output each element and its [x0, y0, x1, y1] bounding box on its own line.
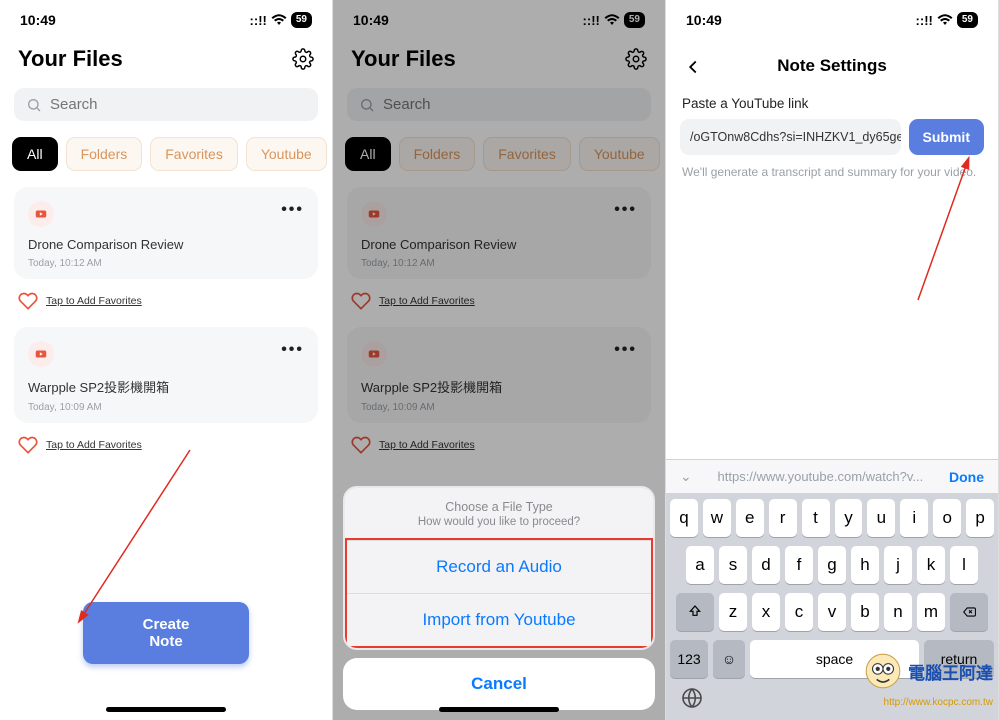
emoji-key[interactable]: ☺ [713, 640, 745, 678]
key-s[interactable]: s [719, 546, 747, 584]
tab-all[interactable]: All [12, 137, 58, 171]
heart-icon[interactable] [18, 291, 38, 311]
home-indicator[interactable] [439, 707, 559, 712]
key-d[interactable]: d [752, 546, 780, 584]
search-icon [26, 97, 42, 113]
import-youtube-button[interactable]: Import from Youtube [347, 593, 651, 646]
key-o[interactable]: o [933, 499, 961, 537]
page-title: Note Settings [777, 56, 887, 76]
done-button[interactable]: Done [949, 469, 984, 485]
wifi-icon [937, 14, 953, 26]
shift-key[interactable] [676, 593, 714, 631]
cellular-icon: ::!! [250, 13, 267, 28]
battery-icon: 59 [957, 12, 978, 28]
youtube-link-input[interactable]: /oGTOnw8Cdhs?si=INHZKV1_dy65gelK [680, 119, 901, 155]
wifi-icon [271, 14, 287, 26]
numbers-key[interactable]: 123 [670, 640, 708, 678]
file-title: Warpple SP2投影機開箱 [28, 377, 304, 396]
keyboard-toggle-icon[interactable]: ⌄ [680, 468, 692, 485]
key-e[interactable]: e [736, 499, 764, 537]
filter-tabs: All Folders Favorites Youtube [0, 127, 332, 177]
keyboard-suggestion[interactable]: https://www.youtube.com/watch?v... [692, 469, 949, 484]
cancel-button[interactable]: Cancel [343, 658, 655, 710]
search-bar[interactable] [14, 88, 318, 121]
backspace-key[interactable] [950, 593, 988, 631]
key-n[interactable]: n [884, 593, 912, 631]
cellular-icon: ::!! [916, 13, 933, 28]
create-note-button[interactable]: Create Note [83, 602, 249, 664]
file-card[interactable]: ••• Warpple SP2投影機開箱 Today, 10:09 AM [14, 327, 318, 423]
search-input[interactable] [50, 96, 306, 113]
submit-button[interactable]: Submit [909, 119, 984, 155]
key-f[interactable]: f [785, 546, 813, 584]
heart-icon[interactable] [18, 435, 38, 455]
key-v[interactable]: v [818, 593, 846, 631]
screenshot-1-your-files: 10:49 ::!! 59 Your Files All Folders Fav… [0, 0, 333, 720]
statusbar: 10:49 ::!! 59 [0, 0, 332, 40]
key-g[interactable]: g [818, 546, 846, 584]
key-c[interactable]: c [785, 593, 813, 631]
more-icon[interactable]: ••• [281, 201, 304, 219]
key-k[interactable]: k [917, 546, 945, 584]
file-time: Today, 10:09 AM [28, 402, 304, 413]
tab-youtube[interactable]: Youtube [246, 137, 327, 171]
tab-folders[interactable]: Folders [66, 137, 143, 171]
input-label: Paste a YouTube link [666, 88, 998, 119]
key-a[interactable]: a [686, 546, 714, 584]
key-u[interactable]: u [867, 499, 895, 537]
file-time: Today, 10:12 AM [28, 258, 304, 269]
key-y[interactable]: y [835, 499, 863, 537]
clock: 10:49 [686, 12, 722, 28]
key-l[interactable]: l [950, 546, 978, 584]
record-audio-button[interactable]: Record an Audio [347, 540, 651, 593]
file-title: Drone Comparison Review [28, 237, 304, 252]
action-sheet: Choose a File Type How would you like to… [343, 486, 655, 710]
key-i[interactable]: i [900, 499, 928, 537]
mascot-icon [862, 650, 904, 692]
globe-icon[interactable] [680, 686, 704, 710]
page-title: Your Files [18, 46, 123, 72]
key-m[interactable]: m [917, 593, 945, 631]
key-h[interactable]: h [851, 546, 879, 584]
file-card[interactable]: ••• Drone Comparison Review Today, 10:12… [14, 187, 318, 279]
key-w[interactable]: w [703, 499, 731, 537]
back-icon[interactable] [682, 56, 704, 78]
key-x[interactable]: x [752, 593, 780, 631]
settings-icon[interactable] [292, 48, 314, 70]
home-indicator[interactable] [106, 707, 226, 712]
clock: 10:49 [20, 12, 56, 28]
watermark: 電腦王阿達 http://www.kocpc.com.tw [862, 650, 993, 692]
screenshot-2-action-sheet: 10:49 ::!! 59 Your Files All Folders Fav… [333, 0, 666, 720]
youtube-icon [28, 201, 54, 227]
helper-text: We'll generate a transcript and summary … [666, 155, 998, 189]
annotation-highlight: Record an Audio Import from Youtube [345, 538, 653, 648]
key-q[interactable]: q [670, 499, 698, 537]
key-j[interactable]: j [884, 546, 912, 584]
key-t[interactable]: t [802, 499, 830, 537]
screenshot-3-note-settings: 10:49 ::!! 59 Note Settings Paste a YouT… [666, 0, 999, 720]
key-z[interactable]: z [719, 593, 747, 631]
key-b[interactable]: b [851, 593, 879, 631]
more-icon[interactable]: ••• [281, 341, 304, 359]
sheet-subtitle: How would you like to proceed? [345, 516, 653, 538]
key-p[interactable]: p [966, 499, 994, 537]
youtube-icon [28, 341, 54, 367]
add-favorite-link[interactable]: Tap to Add Favorites [46, 295, 142, 307]
statusbar: 10:49 ::!! 59 [666, 0, 998, 40]
key-r[interactable]: r [769, 499, 797, 537]
add-favorite-link[interactable]: Tap to Add Favorites [46, 439, 142, 451]
sheet-title: Choose a File Type [345, 488, 653, 516]
battery-icon: 59 [291, 12, 312, 28]
tab-favorites[interactable]: Favorites [150, 137, 238, 171]
